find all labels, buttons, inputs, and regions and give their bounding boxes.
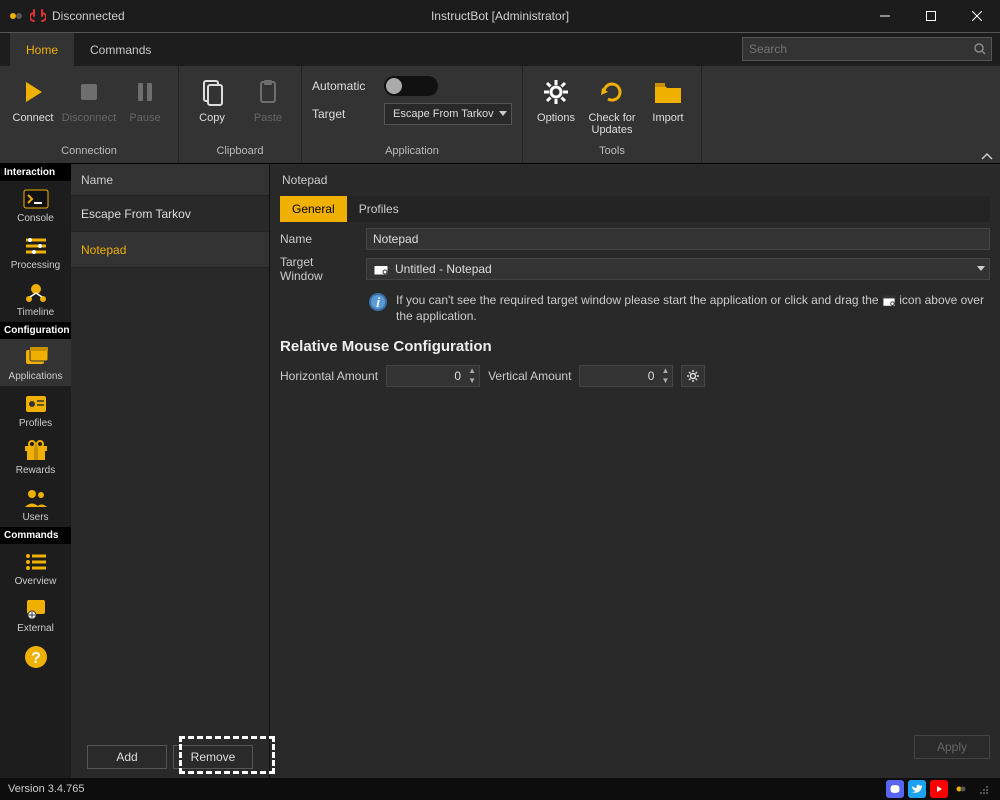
target-dropdown[interactable]: Escape From Tarkov (384, 103, 512, 125)
name-label: Name (280, 232, 358, 246)
window-titlebar: Disconnected InstructBot [Administrator] (0, 0, 1000, 32)
info-text: If you can't see the required target win… (396, 292, 990, 324)
sidebar-item-users[interactable]: Users (0, 480, 71, 527)
discord-icon[interactable] (886, 780, 904, 798)
sidebar-item-external[interactable]: External (0, 591, 71, 638)
remove-button[interactable]: Remove (173, 745, 253, 769)
ribbon-collapse-button[interactable] (980, 151, 994, 161)
sidebar-item-rewards[interactable]: Rewards (0, 433, 71, 480)
applications-list: Name Escape From Tarkov Notepad Add Remo… (71, 164, 270, 778)
import-button[interactable]: Import (641, 70, 695, 145)
list-header[interactable]: Name (71, 164, 269, 196)
svg-text:?: ? (31, 650, 41, 667)
copy-button[interactable]: Copy (185, 70, 239, 145)
sidebar-item-applications[interactable]: Applications (0, 339, 71, 386)
section-title: Relative Mouse Configuration (280, 338, 990, 355)
sidebar-item-profiles[interactable]: Profiles (0, 386, 71, 433)
ribbon-group-application-label: Application (312, 145, 512, 161)
window-maximize-button[interactable] (908, 0, 954, 32)
ribbon-group-clipboard-label: Clipboard (185, 145, 295, 161)
automatic-label: Automatic (312, 79, 372, 93)
sidebar-cat-configuration: Configuration (0, 322, 71, 339)
check-updates-button[interactable]: Check for Updates (585, 70, 639, 145)
ribbon-group-connection-label: Connection (6, 145, 172, 161)
sidebar-item-timeline[interactable]: Timeline (0, 275, 71, 322)
version-text: Version 3.4.765 (8, 783, 84, 795)
ribbon-group-tools-label: Tools (529, 145, 695, 161)
paste-button: Paste (241, 70, 295, 145)
spinner-up-icon[interactable]: ▲ (658, 366, 672, 376)
tray-app-icon[interactable] (952, 780, 970, 798)
menu-tab-commands[interactable]: Commands (74, 33, 167, 66)
editor-panel: Notepad General Profiles Name Target Win… (270, 164, 1000, 778)
editor-title: Notepad (280, 164, 990, 196)
list-item[interactable]: Notepad (71, 232, 269, 268)
youtube-icon[interactable] (930, 780, 948, 798)
sidebar-item-overview[interactable]: Overview (0, 544, 71, 591)
twitter-icon[interactable] (908, 780, 926, 798)
name-input[interactable] (366, 228, 990, 250)
ribbon-group-clipboard: Copy Paste Clipboard (179, 66, 302, 163)
target-window-label: Target Window (280, 255, 358, 283)
automatic-toggle[interactable] (384, 76, 438, 96)
window-title: InstructBot [Administrator] (431, 9, 569, 23)
spinner-down-icon[interactable]: ▼ (658, 376, 672, 386)
ribbon-group-connection: Connect Disconnect Pause Connection (0, 66, 179, 163)
search-box[interactable] (742, 37, 992, 61)
connect-button[interactable]: Connect (6, 70, 60, 145)
options-button[interactable]: Options (529, 70, 583, 145)
connect-status-icon (30, 8, 46, 24)
chevron-down-icon (977, 266, 985, 272)
search-icon (969, 43, 991, 55)
tab-general[interactable]: General (280, 196, 347, 222)
ribbon-group-tools: Options Check for Updates Import Tools (523, 66, 702, 163)
apply-button[interactable]: Apply (914, 735, 990, 759)
sidebar-cat-interaction: Interaction (0, 164, 71, 181)
window-picker-icon (882, 295, 896, 307)
spinner-down-icon[interactable]: ▼ (465, 376, 479, 386)
resize-grip-icon[interactable] (974, 780, 992, 798)
info-icon: i (368, 292, 388, 324)
hamount-label: Horizontal Amount (280, 369, 378, 383)
sidebar-cat-commands: Commands (0, 527, 71, 544)
svg-text:i: i (376, 295, 380, 310)
menu-tab-home[interactable]: Home (10, 33, 74, 66)
vamount-label: Vertical Amount (488, 369, 571, 383)
window-picker-icon[interactable] (373, 262, 389, 276)
list-item[interactable]: Escape From Tarkov (71, 196, 269, 232)
add-button[interactable]: Add (87, 745, 167, 769)
ribbon: Connect Disconnect Pause Connection Copy… (0, 66, 1000, 164)
target-window-dropdown[interactable]: Untitled - Notepad (366, 258, 990, 280)
ribbon-group-application: Automatic Target Escape From Tarkov Appl… (302, 66, 523, 163)
disconnect-button: Disconnect (62, 70, 116, 145)
menu-bar: Home Commands (0, 32, 1000, 66)
connection-status-text: Disconnected (52, 9, 125, 23)
pause-button: Pause (118, 70, 172, 145)
search-input[interactable] (743, 42, 969, 56)
status-bar: Version 3.4.765 (0, 778, 1000, 800)
target-label: Target (312, 107, 372, 121)
editor-tabbar: General Profiles (280, 196, 990, 222)
app-icon (8, 8, 24, 24)
sidebar-item-processing[interactable]: Processing (0, 228, 71, 275)
spinner-up-icon[interactable]: ▲ (465, 366, 479, 376)
tab-profiles[interactable]: Profiles (347, 196, 411, 222)
window-close-button[interactable] (954, 0, 1000, 32)
sidebar-item-console[interactable]: Console (0, 181, 71, 228)
left-sidebar: Interaction Console Processing Timeline … (0, 164, 71, 778)
mouse-config-settings-button[interactable] (681, 365, 705, 387)
sidebar-item-help[interactable]: ? (0, 638, 71, 674)
hamount-input[interactable]: 0 ▲▼ (386, 365, 480, 387)
vamount-input[interactable]: 0 ▲▼ (579, 365, 673, 387)
chevron-down-icon (499, 111, 507, 117)
window-minimize-button[interactable] (862, 0, 908, 32)
